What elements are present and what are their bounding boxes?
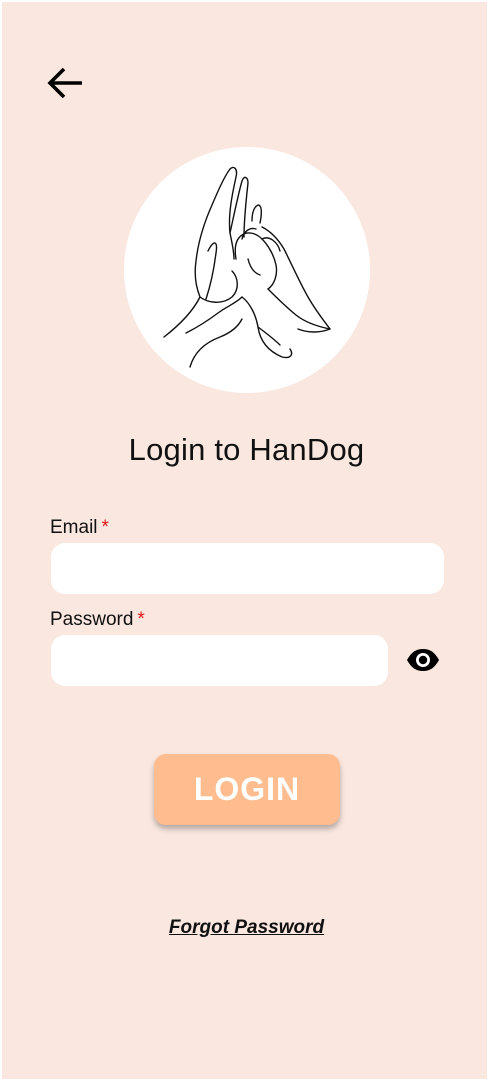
email-required-marker: * bbox=[101, 517, 109, 538]
login-screen: Login to HanDog Email * Password * LOGIN F… bbox=[2, 2, 487, 1079]
password-input[interactable] bbox=[51, 635, 388, 686]
back-button[interactable] bbox=[42, 60, 88, 106]
forgot-password-link[interactable]: Forgot Password bbox=[2, 917, 489, 939]
email-label: Email * bbox=[50, 517, 109, 539]
app-logo bbox=[124, 147, 370, 393]
paw-hand-illustration-icon bbox=[163, 166, 331, 368]
show-password-toggle[interactable] bbox=[404, 645, 442, 675]
email-label-text: Email bbox=[50, 517, 98, 538]
page-title: Login to HanDog bbox=[128, 432, 365, 467]
email-input[interactable] bbox=[51, 543, 444, 594]
eye-icon bbox=[407, 649, 439, 671]
password-label-text: Password bbox=[50, 609, 134, 630]
arrow-left-icon bbox=[47, 67, 82, 99]
password-required-marker: * bbox=[137, 609, 145, 630]
login-button[interactable]: LOGIN bbox=[154, 754, 340, 825]
password-label: Password * bbox=[50, 609, 145, 631]
